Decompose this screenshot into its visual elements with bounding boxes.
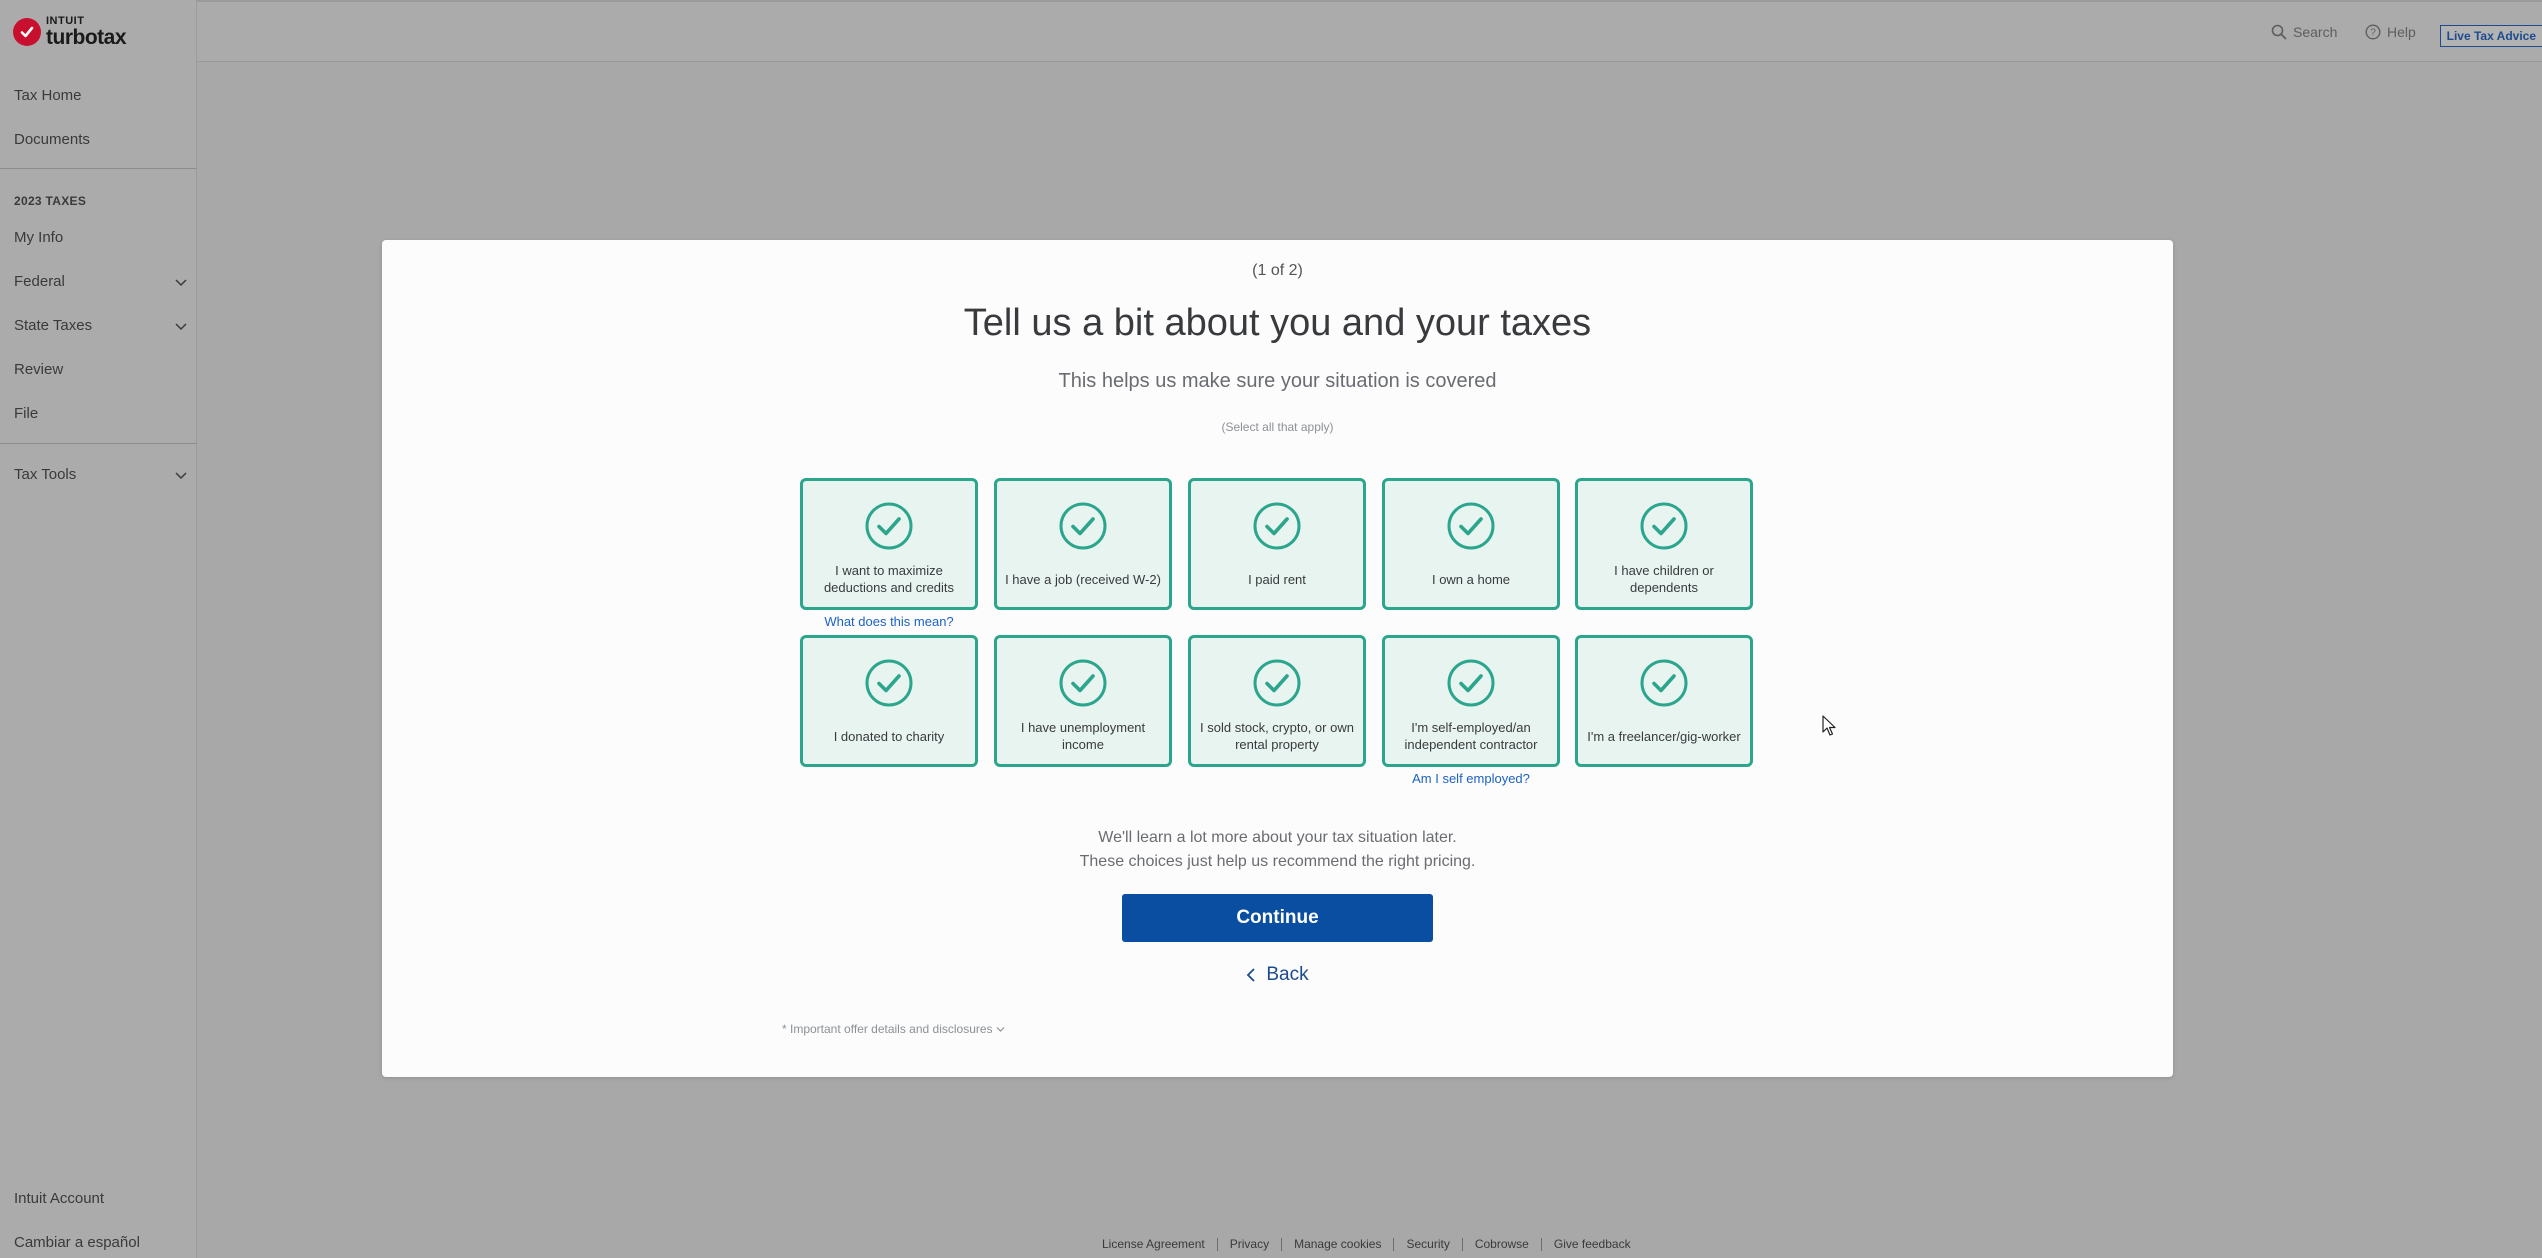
am-i-self-employed-link[interactable]: Am I self employed? — [1382, 771, 1560, 786]
page-subtitle: This helps us make sure your situation i… — [1058, 370, 1497, 392]
sidebar-item-spanish[interactable]: Cambiar a español — [14, 1234, 188, 1251]
what-does-this-mean-link[interactable]: What does this mean? — [800, 614, 978, 629]
search-icon — [2271, 24, 2287, 40]
sidebar-item-tax-home[interactable]: Tax Home — [14, 87, 188, 104]
sidebar-item-label: Intuit Account — [14, 1190, 105, 1207]
pricing-note: We'll learn a lot more about your tax si… — [382, 826, 2173, 874]
checkmark-icon — [1640, 502, 1688, 550]
mouse-cursor-icon — [1822, 715, 1836, 736]
sidebar-item-label: My Info — [14, 229, 64, 246]
footer-link-security[interactable]: Security — [1394, 1238, 1463, 1251]
option-label: I paid rent — [1248, 571, 1306, 587]
option-card-paid-rent[interactable]: I paid rent — [1188, 478, 1366, 610]
footer-link-privacy[interactable]: Privacy — [1218, 1238, 1283, 1251]
checkmark-icon — [865, 659, 913, 707]
sidebar-divider — [0, 168, 197, 169]
option-card-maximize-deductions[interactable]: I want to maximize deductions and credit… — [800, 478, 978, 610]
sidebar: INTUIT turbotax Tax Home Documents 2023 … — [0, 0, 197, 1258]
situation-modal: (1 of 2) Tell us a bit about you and you… — [382, 240, 2173, 1077]
step-indicator: (1 of 2) — [1252, 262, 1303, 279]
turbotax-logo[interactable]: INTUIT turbotax — [13, 16, 127, 49]
sidebar-item-my-info[interactable]: My Info — [14, 229, 188, 246]
option-card-donated-charity[interactable]: I donated to charity — [800, 635, 978, 767]
sidebar-item-review[interactable]: Review — [14, 361, 188, 378]
svg-text:?: ? — [2370, 28, 2376, 39]
help-icon: ? — [2365, 24, 2381, 40]
option-card-children-dependents[interactable]: I have children or dependents — [1575, 478, 1753, 610]
footer-link-license[interactable]: License Agreement — [1090, 1238, 1218, 1251]
sidebar-item-federal[interactable]: Federal — [14, 273, 188, 290]
help-link[interactable]: ? Help — [2365, 24, 2416, 40]
checkmark-icon — [1640, 659, 1688, 707]
pricing-note-line: These choices just help us recommend the… — [1079, 853, 1476, 870]
help-label: Help — [2387, 24, 2416, 40]
sidebar-item-tax-tools[interactable]: Tax Tools — [14, 466, 188, 483]
checkmark-icon — [1253, 659, 1301, 707]
footer-link-manage-cookies[interactable]: Manage cookies — [1282, 1238, 1395, 1251]
sidebar-item-intuit-account[interactable]: Intuit Account — [14, 1190, 188, 1207]
option-label: I have a job (received W-2) — [1005, 571, 1161, 587]
option-card-own-home[interactable]: I own a home — [1382, 478, 1560, 610]
page-title: Tell us a bit about you and your taxes — [963, 302, 1592, 344]
search-link[interactable]: Search — [2271, 24, 2337, 40]
continue-button[interactable]: Continue — [1122, 894, 1433, 942]
offer-disclosures-toggle[interactable]: * Important offer details and disclosure… — [782, 1022, 1005, 1036]
sidebar-item-label: State Taxes — [14, 317, 93, 334]
footer-links: License Agreement Privacy Manage cookies… — [1090, 1238, 1643, 1251]
turbotax-check-icon — [13, 18, 41, 46]
option-card-unemployment[interactable]: I have unemployment income — [994, 635, 1172, 767]
option-label: I donated to charity — [833, 728, 945, 744]
sidebar-divider — [0, 443, 197, 444]
chevron-left-icon — [1247, 968, 1256, 982]
checkmark-icon — [1447, 659, 1495, 707]
sidebar-item-label: Tax Tools — [14, 466, 77, 483]
search-label: Search — [2293, 24, 2338, 40]
sidebar-item-label: Cambiar a español — [14, 1234, 140, 1251]
logo-product: turbotax — [46, 26, 127, 49]
option-label: I want to maximize deductions and credit… — [823, 563, 955, 595]
checkmark-icon — [1059, 502, 1107, 550]
sidebar-item-label: Documents — [14, 131, 90, 148]
option-card-self-employed[interactable]: I'm self-employed/an independent contrac… — [1382, 635, 1560, 767]
option-label: I'm self-employed/an independent contrac… — [1404, 720, 1538, 752]
checkmark-icon — [1059, 659, 1107, 707]
sidebar-item-label: Review — [14, 361, 64, 378]
sidebar-item-label: File — [14, 405, 39, 422]
sidebar-item-documents[interactable]: Documents — [14, 131, 188, 148]
option-label: I own a home — [1431, 571, 1511, 587]
pricing-note-line: We'll learn a lot more about your tax si… — [1098, 829, 1457, 846]
sidebar-item-file[interactable]: File — [14, 405, 188, 422]
back-label: Back — [1266, 964, 1309, 985]
live-tax-advice-button[interactable]: Live Tax Advice — [2439, 25, 2542, 47]
option-label: I'm a freelancer/gig-worker — [1587, 728, 1741, 744]
footer-link-give-feedback[interactable]: Give feedback — [1542, 1238, 1643, 1251]
option-label: I sold stock, crypto, or own rental prop… — [1200, 720, 1354, 752]
back-link[interactable]: Back — [382, 964, 2173, 986]
option-card-freelancer[interactable]: I'm a freelancer/gig-worker — [1575, 635, 1753, 767]
checkmark-icon — [865, 502, 913, 550]
sidebar-item-state-taxes[interactable]: State Taxes — [14, 317, 188, 334]
option-card-sold-stock[interactable]: I sold stock, crypto, or own rental prop… — [1188, 635, 1366, 767]
checkmark-icon — [1253, 502, 1301, 550]
top-header: Search ? Help Live Tax Advice — [197, 0, 2542, 62]
checkmark-icon — [1447, 502, 1495, 550]
select-hint: (Select all that apply) — [1221, 420, 1334, 434]
sidebar-item-label: Federal — [14, 273, 65, 290]
chevron-down-icon — [175, 278, 187, 286]
chevron-down-icon — [996, 1027, 1005, 1032]
option-card-have-job[interactable]: I have a job (received W-2) — [994, 478, 1172, 610]
option-label: I have unemployment income — [1020, 720, 1146, 752]
footer-link-cobrowse[interactable]: Cobrowse — [1463, 1238, 1542, 1251]
sidebar-section-heading: 2023 TAXES — [14, 194, 87, 208]
disclosure-label: * Important offer details and disclosure… — [782, 1022, 993, 1036]
option-label: I have children or dependents — [1614, 563, 1714, 595]
sidebar-item-label: Tax Home — [14, 87, 82, 104]
chevron-down-icon — [175, 471, 187, 479]
chevron-down-icon — [175, 322, 187, 330]
